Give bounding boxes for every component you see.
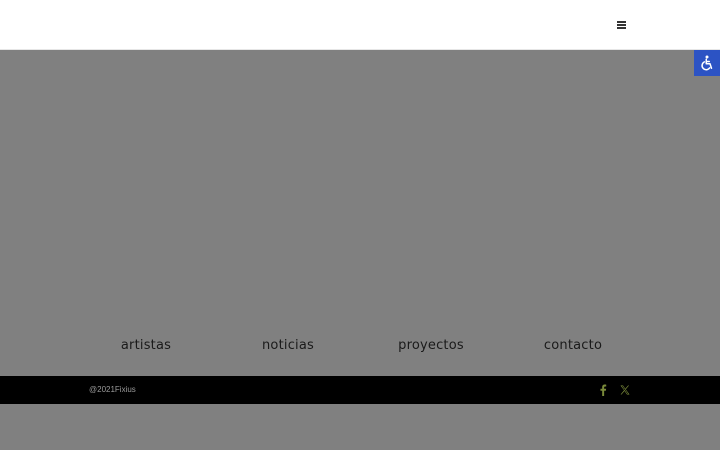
bottom-background	[0, 404, 720, 450]
site-header	[0, 0, 720, 50]
nav-link-noticias[interactable]: noticias	[262, 336, 314, 356]
nav-link-artistas[interactable]: artistas	[121, 336, 171, 356]
footer-bar: @2021Fixius	[0, 376, 720, 404]
page: artistas noticias proyectos contacto @20…	[0, 0, 720, 450]
footer-navigation: artistas noticias proyectos contacto	[0, 336, 720, 358]
nav-link-proyectos[interactable]: proyectos	[398, 336, 464, 356]
x-twitter-link[interactable]	[618, 383, 632, 397]
copyright-text: @2021Fixius	[89, 385, 136, 394]
facebook-icon	[600, 384, 607, 396]
hamburger-menu-icon[interactable]	[616, 19, 628, 30]
accessibility-toolbar-button[interactable]	[694, 50, 720, 76]
facebook-link[interactable]	[596, 383, 610, 397]
wheelchair-icon	[701, 55, 713, 71]
nav-link-contacto[interactable]: contacto	[544, 336, 602, 356]
menu-bar-bottom	[617, 27, 626, 29]
menu-bar-middle	[617, 24, 626, 26]
menu-bar-top	[617, 21, 626, 23]
x-twitter-icon	[620, 385, 630, 395]
